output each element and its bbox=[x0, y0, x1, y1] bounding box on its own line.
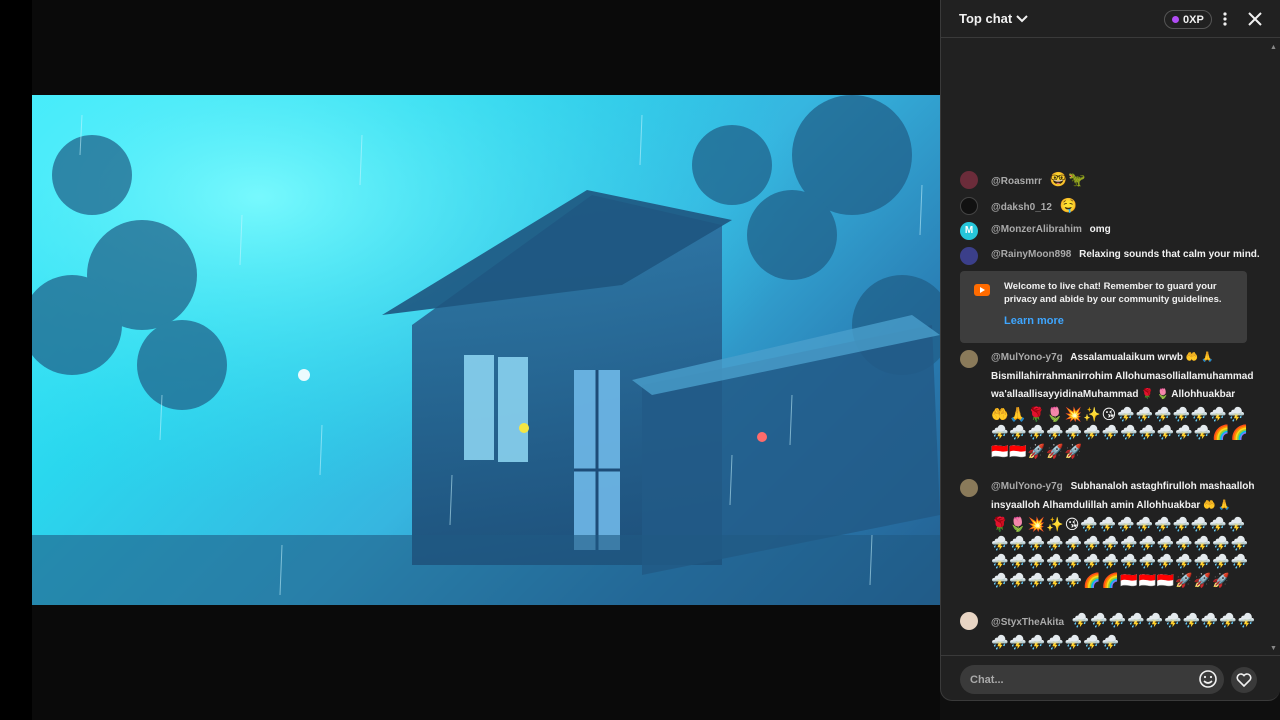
message-author[interactable]: @MonzerAlibrahim bbox=[991, 224, 1082, 235]
live-chat-panel: Top chat 0XP @Roasmrr 🤓🦖 @daksh0_12 🤤 M … bbox=[940, 0, 1280, 701]
message-author[interactable]: @MulYono-y7g bbox=[991, 352, 1063, 363]
message-emojis: 🤲🙏🌹🌷💥✨😘⛈️⛈️⛈️⛈️⛈️⛈️⛈️⛈️⛈️⛈️⛈️⛈️⛈️⛈️⛈️⛈️⛈… bbox=[991, 405, 1250, 459]
chat-footer bbox=[941, 655, 1280, 701]
avatar bbox=[960, 479, 978, 497]
message-text: Relaxing sounds that calm your mind. bbox=[1079, 249, 1260, 260]
player-left-margin bbox=[0, 0, 32, 720]
message-author[interactable]: @RainyMoon898 bbox=[991, 249, 1071, 260]
message-text: 🤓🦖 bbox=[1049, 171, 1087, 187]
chat-message: @StyxTheAkita ⛈️⛈️⛈️⛈️⛈️⛈️⛈️⛈️⛈️⛈️⛈️⛈️⛈️… bbox=[960, 611, 1260, 653]
chat-message: @daksh0_12 🤤 bbox=[960, 196, 1260, 218]
message-author[interactable]: @MulYono-y7g bbox=[991, 481, 1063, 492]
more-options-icon[interactable] bbox=[1219, 11, 1231, 27]
message-text: 🤤 bbox=[1059, 197, 1079, 213]
emoji-picker-icon[interactable] bbox=[1198, 669, 1218, 689]
chat-message: @Roasmrr 🤓🦖 bbox=[960, 170, 1260, 192]
chat-input[interactable] bbox=[960, 665, 1224, 694]
welcome-text: Welcome to live chat! Remember to guard … bbox=[1004, 281, 1222, 305]
youtube-icon bbox=[974, 284, 990, 296]
chat-message: @RainyMoon898 Relaxing sounds that calm … bbox=[960, 246, 1260, 265]
video-player[interactable] bbox=[0, 0, 940, 720]
xp-dot-icon bbox=[1172, 16, 1179, 23]
heart-button[interactable] bbox=[1231, 667, 1257, 693]
top-chat-dropdown[interactable]: Top chat bbox=[959, 11, 1028, 26]
chat-header: Top chat 0XP bbox=[941, 0, 1280, 38]
top-chat-label: Top chat bbox=[959, 11, 1013, 26]
avatar bbox=[960, 197, 978, 215]
scroll-down-arrow-icon[interactable]: ▼ bbox=[1270, 645, 1277, 652]
avatar: M bbox=[960, 222, 978, 240]
message-author[interactable]: @daksh0_12 bbox=[991, 202, 1052, 213]
avatar bbox=[960, 247, 978, 265]
avatar bbox=[960, 171, 978, 189]
message-author[interactable]: @Roasmrr bbox=[991, 176, 1042, 187]
heart-icon bbox=[1236, 673, 1252, 687]
message-emojis: 🌹🌷💥✨😘⛈️⛈️⛈️⛈️⛈️⛈️⛈️⛈️⛈️⛈️⛈️⛈️⛈️⛈️⛈️⛈️⛈️⛈… bbox=[991, 516, 1250, 588]
scroll-up-arrow-icon[interactable]: ▲ bbox=[1270, 44, 1277, 51]
xp-badge[interactable]: 0XP bbox=[1164, 10, 1212, 29]
message-text: omg bbox=[1089, 224, 1111, 235]
video-frame[interactable] bbox=[32, 95, 940, 605]
xp-label: 0XP bbox=[1183, 13, 1204, 26]
chat-message: @MulYono-y7g Assalamualaikum wrwb 🤲 🙏 Bi… bbox=[960, 349, 1260, 460]
close-icon[interactable] bbox=[1247, 11, 1263, 27]
rainy-house-scene bbox=[32, 95, 940, 605]
message-author[interactable]: @StyxTheAkita bbox=[991, 617, 1064, 628]
chat-message: @MulYono-y7g Subhanaloh astaghfirulloh m… bbox=[960, 478, 1260, 589]
chat-scrollbar[interactable]: ▲ ▼ bbox=[1270, 44, 1278, 652]
chat-message: M @MonzerAlibrahim omg bbox=[960, 221, 1260, 240]
chevron-down-icon bbox=[1016, 15, 1028, 23]
avatar bbox=[960, 612, 978, 630]
learn-more-link[interactable]: Learn more bbox=[1004, 315, 1064, 327]
avatar bbox=[960, 350, 978, 368]
welcome-banner: Welcome to live chat! Remember to guard … bbox=[960, 271, 1247, 343]
